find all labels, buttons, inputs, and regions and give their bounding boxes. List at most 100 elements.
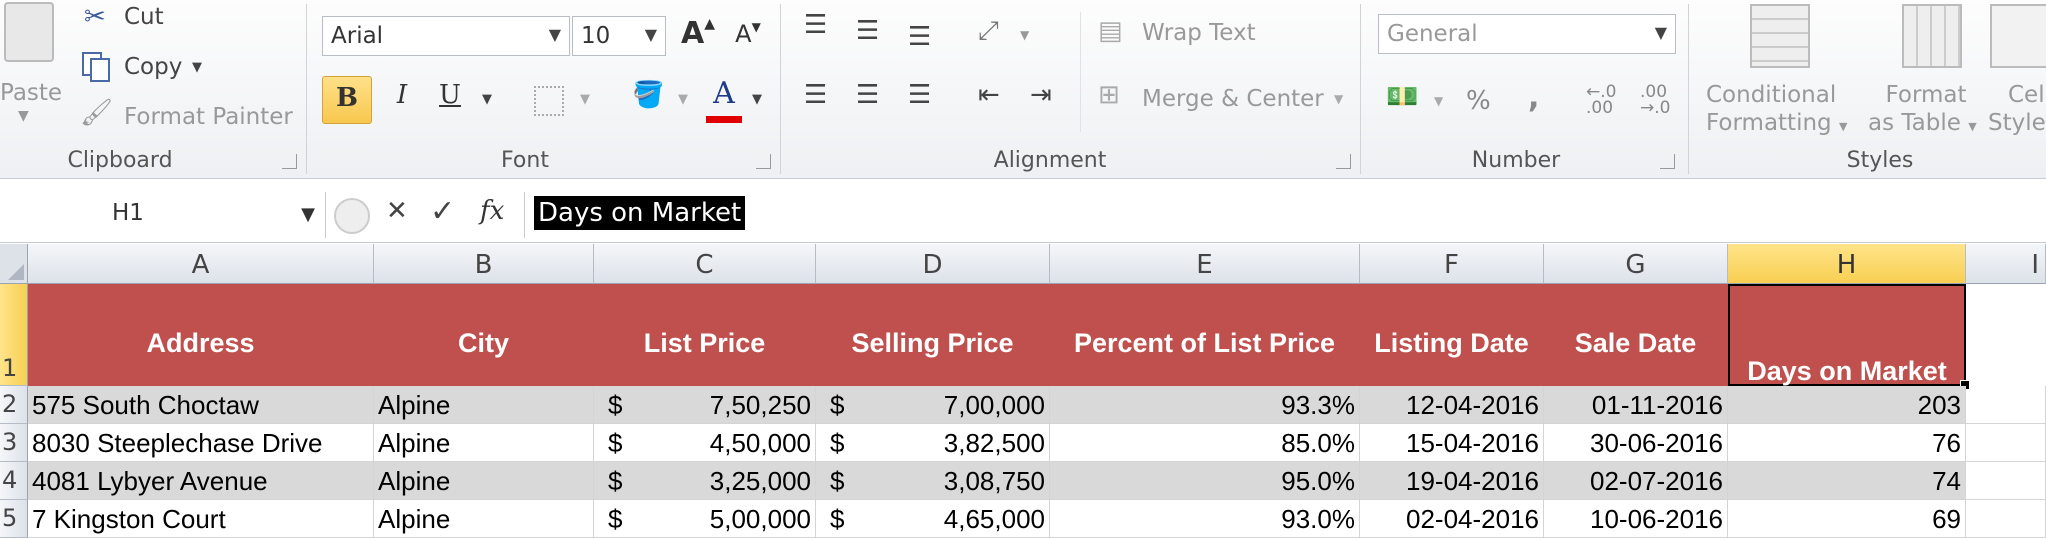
row-header-1[interactable]: 1: [0, 284, 28, 386]
wrap-text-button[interactable]: Wrap Text: [1142, 20, 1256, 46]
cell-list-price[interactable]: 5,00,000: [634, 500, 816, 538]
borders-button[interactable]: [534, 86, 564, 116]
cell-days[interactable]: 76: [1728, 424, 1966, 462]
cell-selling-price[interactable]: 7,00,000: [856, 386, 1050, 424]
number-format-combo[interactable]: General ▼: [1378, 14, 1676, 54]
cell-percent[interactable]: 93.0%: [1050, 500, 1360, 538]
cell-listing-date[interactable]: 02-04-2016: [1360, 500, 1544, 538]
header-cell-selling-price[interactable]: Selling Price: [816, 284, 1050, 386]
cell-days[interactable]: 74: [1728, 462, 1966, 500]
cell-i[interactable]: [1966, 462, 2046, 500]
cell-sell-cur[interactable]: $: [816, 386, 856, 424]
underline-button[interactable]: U: [432, 80, 468, 124]
cell-days[interactable]: 69: [1728, 500, 1966, 538]
column-header-h[interactable]: H: [1728, 244, 1966, 284]
paste-button[interactable]: Paste ▼: [0, 0, 62, 130]
merge-center-button[interactable]: Merge & Center: [1142, 86, 1324, 112]
chevron-down-icon[interactable]: ▼: [1434, 94, 1443, 108]
cell-city[interactable]: Alpine: [374, 386, 594, 424]
dialog-launcher-icon[interactable]: [282, 154, 297, 169]
cell-listing-date[interactable]: 19-04-2016: [1360, 462, 1544, 500]
column-header-f[interactable]: F: [1360, 244, 1544, 284]
cell-days[interactable]: 203: [1728, 386, 1966, 424]
increase-decimal-icon[interactable]: ←.0.00: [1586, 84, 1616, 117]
row-header-2[interactable]: 2: [0, 386, 28, 424]
cell-address[interactable]: 575 South Choctaw: [28, 386, 374, 424]
percent-style-button[interactable]: %: [1466, 86, 1491, 116]
cell-selling-price[interactable]: 3,08,750: [856, 462, 1050, 500]
bold-button[interactable]: B: [322, 76, 372, 124]
cell-percent[interactable]: 93.3%: [1050, 386, 1360, 424]
increase-indent-icon[interactable]: ⇥: [1030, 80, 1052, 110]
dialog-launcher-icon[interactable]: [1660, 154, 1675, 169]
cell-percent[interactable]: 85.0%: [1050, 424, 1360, 462]
cell-sale-date[interactable]: 01-11-2016: [1544, 386, 1728, 424]
cell-sell-cur[interactable]: $: [816, 500, 856, 538]
cell-list-cur[interactable]: $: [594, 500, 634, 538]
currency-format-icon[interactable]: 💵: [1386, 82, 1418, 112]
cut-button[interactable]: Cut: [124, 4, 164, 30]
row-header-4[interactable]: 4: [0, 462, 28, 500]
font-name-combo[interactable]: Arial ▼: [322, 16, 570, 56]
orientation-icon[interactable]: ⤢: [978, 16, 999, 47]
comma-style-button[interactable]: ,: [1528, 80, 1539, 115]
cell-city[interactable]: Alpine: [374, 462, 594, 500]
decrease-indent-icon[interactable]: ⇤: [978, 80, 1000, 110]
grow-font-button[interactable]: A▲: [680, 16, 716, 56]
align-center-icon[interactable]: ☰: [856, 80, 879, 110]
column-header-d[interactable]: D: [816, 244, 1050, 284]
cell-city[interactable]: Alpine: [374, 424, 594, 462]
cell-selling-price[interactable]: 4,65,000: [856, 500, 1050, 538]
header-cell-sale-date[interactable]: Sale Date: [1544, 284, 1728, 386]
decrease-decimal-icon[interactable]: .00 →.0: [1640, 84, 1670, 117]
align-middle-icon[interactable]: ☰: [856, 16, 879, 46]
cell-list-price[interactable]: 3,25,000: [634, 462, 816, 500]
cell-i[interactable]: [1966, 386, 2046, 424]
font-size-combo[interactable]: 10 ▼: [572, 16, 666, 56]
enter-icon[interactable]: ✓: [430, 194, 455, 229]
format-as-table-button[interactable]: Format as Table ▼: [1868, 2, 1988, 138]
cell-styles-button[interactable]: Cell Styles: [1988, 2, 2046, 138]
chevron-down-icon[interactable]: ▼: [1020, 28, 1029, 42]
column-header-c[interactable]: C: [594, 244, 816, 284]
cell-sale-date[interactable]: 30-06-2016: [1544, 424, 1728, 462]
fill-color-icon[interactable]: 🪣: [632, 80, 664, 110]
header-cell-percent-of-list-price[interactable]: Percent of List Price: [1050, 284, 1360, 386]
cell-address[interactable]: 4081 Lybyer Avenue: [28, 462, 374, 500]
align-left-icon[interactable]: ☰: [804, 80, 827, 110]
cell-list-cur[interactable]: $: [594, 424, 634, 462]
align-right-icon[interactable]: ☰: [908, 80, 931, 110]
row-header-3[interactable]: 3: [0, 424, 28, 462]
insert-function-icon[interactable]: fx: [480, 196, 504, 226]
cell-sale-date[interactable]: 10-06-2016: [1544, 500, 1728, 538]
cell-address[interactable]: 8030 Steeplechase Drive: [28, 424, 374, 462]
chevron-down-icon[interactable]: ▼: [301, 204, 315, 225]
name-box[interactable]: H1 ▼: [0, 192, 326, 238]
italic-button[interactable]: I: [384, 80, 420, 124]
format-painter-button[interactable]: Format Painter: [124, 104, 293, 130]
column-header-g[interactable]: G: [1544, 244, 1728, 284]
cell-i[interactable]: [1966, 424, 2046, 462]
chevron-down-icon[interactable]: ▼: [752, 92, 762, 107]
row-header-5[interactable]: 5: [0, 500, 28, 538]
header-cell-days-on-market[interactable]: Days on Market: [1728, 284, 1966, 386]
column-header-b[interactable]: B: [374, 244, 594, 284]
align-top-icon[interactable]: ☰: [804, 10, 827, 40]
cell-list-cur[interactable]: $: [594, 386, 634, 424]
cell-address[interactable]: 7 Kingston Court: [28, 500, 374, 538]
header-cell-address[interactable]: Address: [28, 284, 374, 386]
column-header-e[interactable]: E: [1050, 244, 1360, 284]
header-cell-city[interactable]: City: [374, 284, 594, 386]
chevron-down-icon[interactable]: ▼: [482, 92, 492, 107]
cell-city[interactable]: Alpine: [374, 500, 594, 538]
cell-percent[interactable]: 95.0%: [1050, 462, 1360, 500]
conditional-formatting-button[interactable]: Conditional Formatting ▼: [1700, 2, 1860, 138]
chevron-down-icon[interactable]: ▼: [580, 92, 590, 107]
cell-sale-date[interactable]: 02-07-2016: [1544, 462, 1728, 500]
cell-list-cur[interactable]: $: [594, 462, 634, 500]
formula-input[interactable]: Days on Market: [534, 192, 2034, 238]
align-bottom-icon[interactable]: ☰: [908, 22, 931, 52]
shrink-font-button[interactable]: A▼: [730, 20, 766, 60]
cancel-icon[interactable]: ✕: [386, 196, 408, 226]
cell-listing-date[interactable]: 15-04-2016: [1360, 424, 1544, 462]
